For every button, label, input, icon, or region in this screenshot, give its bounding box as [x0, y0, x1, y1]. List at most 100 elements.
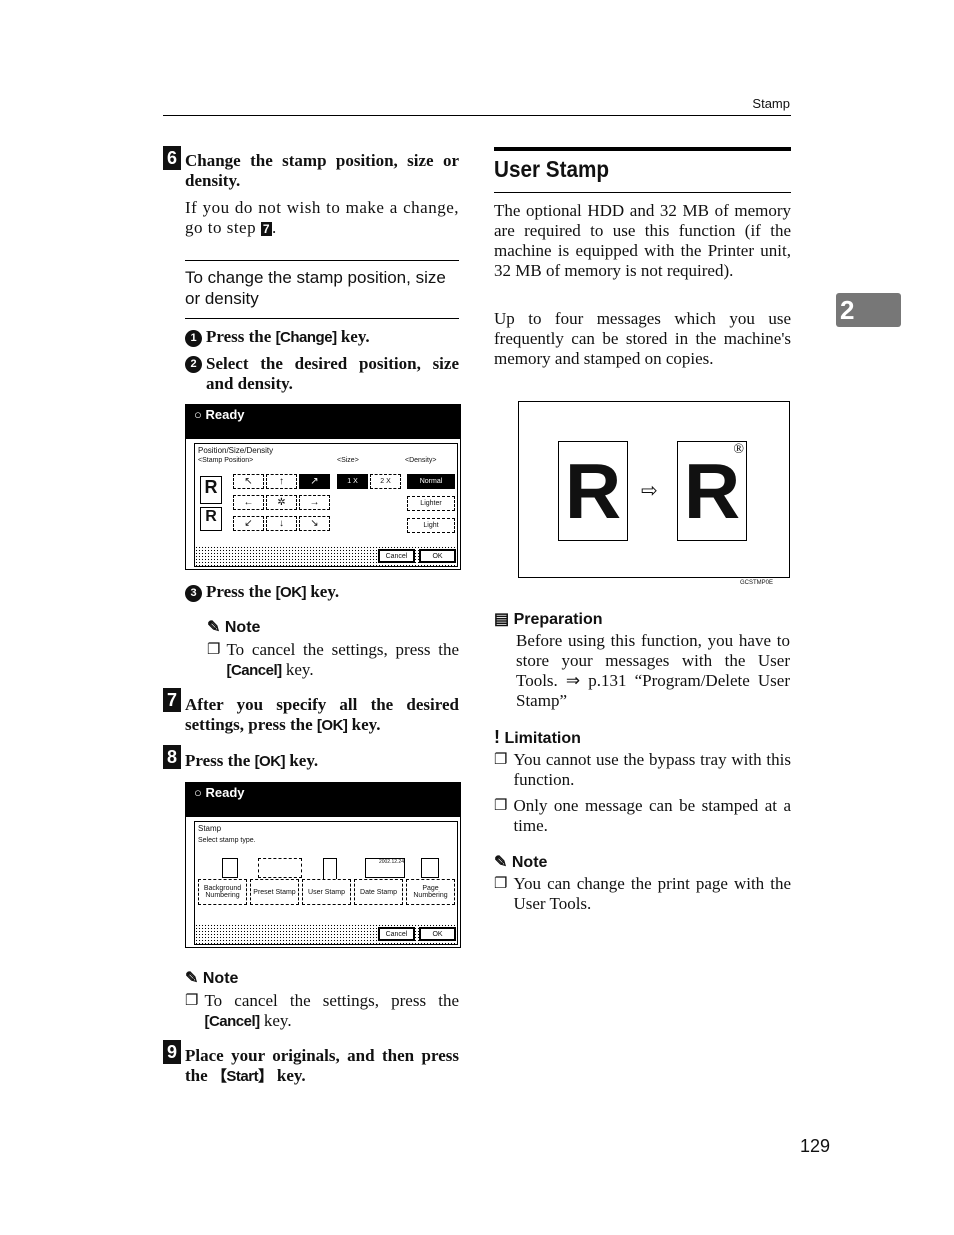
key-label: [Change]	[275, 329, 338, 346]
key-label: 【Start】	[211, 1068, 273, 1085]
pencil-icon: ✎	[207, 619, 221, 636]
text: key.	[281, 660, 314, 679]
label: <Density>	[405, 457, 437, 464]
limitation-heading: ! Limitation	[494, 727, 581, 748]
position-down-left-button[interactable]: ↙	[233, 516, 264, 531]
cancel-button[interactable]: Cancel	[378, 927, 415, 941]
figure-code: GCSTMP0E	[740, 580, 774, 586]
page-numbering-icon	[421, 858, 439, 878]
size-1x-button[interactable]: 1 X	[337, 474, 368, 489]
ok-button[interactable]: OK	[419, 927, 456, 941]
note-item: ❐ You can change the print page with the …	[494, 874, 791, 914]
pencil-icon: ✎	[494, 854, 508, 871]
chapter-tab: 2	[836, 293, 901, 327]
note-title: Note	[224, 619, 261, 636]
exclamation-icon: !	[494, 727, 500, 747]
cancel-button[interactable]: Cancel	[378, 549, 415, 563]
text: If you do not wish to make a change, go …	[185, 198, 459, 237]
pencil-icon: ✎	[185, 970, 199, 987]
status-text: Ready	[205, 785, 245, 800]
divider	[185, 260, 459, 261]
text: .	[272, 218, 277, 237]
background-numbering-icon	[222, 858, 238, 878]
status-bar: ○ Ready	[186, 783, 460, 817]
dotted-footer	[195, 546, 457, 566]
step-number: 7	[163, 688, 181, 712]
key-label: [Cancel]	[226, 662, 282, 679]
note-heading: ✎ Note	[494, 852, 547, 872]
position-down-right-button[interactable]: ↘	[299, 516, 330, 531]
limitation-item: ❐ Only one message can be stamped at a ti…	[494, 796, 791, 836]
label: <Size>	[337, 457, 359, 464]
control-panel-screen-position: ○ Ready Position/Size/Density <Stamp Pos…	[185, 404, 461, 570]
arrow-right-icon: ⇨	[641, 480, 658, 502]
substep-2: 2 Select the desired position, size and d…	[185, 354, 459, 394]
header-rule	[163, 115, 791, 116]
stamp-type-button[interactable]: User Stamp	[302, 879, 351, 905]
density-light-button[interactable]: Light	[407, 518, 455, 533]
label: <Stamp Position>	[198, 457, 254, 464]
ok-button[interactable]: OK	[419, 549, 456, 563]
substep-number: 1	[185, 330, 202, 347]
stamp-type-button[interactable]: Background Numbering	[198, 879, 247, 905]
text: key.	[259, 1011, 292, 1030]
step-title: Change the stamp position, size or densi…	[185, 151, 459, 190]
text: Press the	[185, 751, 255, 770]
position-left-button[interactable]: ←	[233, 495, 264, 510]
screen-title: Position/Size/Density	[198, 446, 274, 455]
step-number: 9	[163, 1040, 181, 1064]
position-center-button[interactable]: ✲	[266, 495, 297, 510]
checkbox-bullet-icon: ❐	[185, 993, 199, 1009]
note-heading: ✎ Note	[207, 617, 260, 637]
text: Press the	[206, 582, 276, 601]
status-text: Ready	[205, 407, 245, 422]
status-bar: ○ Ready	[186, 405, 460, 439]
note-item: ❐ To cancel the settings, press the [Canc…	[207, 640, 459, 681]
position-up-left-button[interactable]: ↖	[233, 474, 264, 489]
preparation-heading: ▤ Preparation	[494, 609, 603, 629]
text: Select the desired position, size and de…	[206, 354, 459, 393]
text: key.	[272, 1066, 306, 1085]
step-text: If you do not wish to make a change, go …	[185, 198, 459, 238]
key-label: [OK]	[254, 753, 286, 770]
step-ref: 7	[260, 222, 273, 236]
checkbox-bullet-icon: ❐	[494, 752, 508, 768]
size-2x-button[interactable]: 2 X	[370, 474, 401, 489]
density-normal-button[interactable]: Normal	[407, 474, 455, 489]
position-down-button[interactable]: ↓	[266, 516, 297, 531]
position-up-button[interactable]: ↑	[266, 474, 297, 489]
stamp-type-button[interactable]: Date Stamp	[354, 879, 403, 905]
substep-1: 1 Press the [Change] key.	[185, 327, 459, 348]
stamp-type-button[interactable]: Preset Stamp	[250, 879, 299, 905]
preview-icon: R	[200, 476, 222, 504]
original-page-icon: R	[558, 441, 628, 541]
key-label: [OK]	[275, 584, 307, 601]
note-item: ❐ To cancel the settings, press the [Canc…	[185, 991, 459, 1032]
step-number: 6	[163, 146, 181, 170]
preset-stamp-icon	[258, 858, 302, 878]
position-right-button[interactable]: →	[299, 495, 330, 510]
prompt: Select stamp type.	[198, 837, 256, 844]
user-stamp-icon	[323, 858, 337, 880]
date-text: 2002.12.24	[378, 859, 404, 865]
heading-text: Limitation	[504, 730, 581, 747]
text: You cannot use the bypass tray with this…	[513, 750, 791, 789]
stamped-page-icon: R ®	[677, 441, 747, 541]
density-lighter-button[interactable]: Lighter	[407, 496, 455, 511]
substep-3: 3 Press the [OK] key.	[185, 582, 459, 603]
paragraph: Before using this function, you have to …	[516, 631, 790, 710]
text: key.	[285, 751, 319, 770]
subheading: To change the stamp position, size or de…	[185, 268, 446, 308]
stamp-type-button[interactable]: Page Numbering	[406, 879, 455, 905]
heading-text: Preparation	[513, 611, 603, 628]
section-rule	[494, 147, 791, 151]
step-number: 8	[163, 745, 181, 769]
text: To cancel the settings, press the	[204, 991, 459, 1010]
substep-number: 2	[185, 356, 202, 373]
text: To cancel the settings, press the	[226, 640, 459, 659]
step-title: Press the [OK] key.	[185, 751, 459, 772]
position-up-right-button[interactable]: ↗	[299, 474, 330, 489]
text: Press the	[206, 327, 276, 346]
divider	[185, 318, 459, 319]
text: You can change the print page with the U…	[513, 874, 791, 913]
